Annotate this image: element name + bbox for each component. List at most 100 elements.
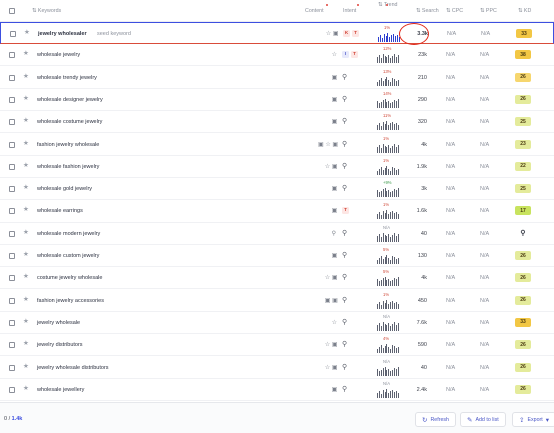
star-icon[interactable]: ★ (23, 95, 29, 103)
intent-column-header[interactable]: Intent (343, 8, 356, 14)
search-icon[interactable]: ⚲ (342, 297, 347, 304)
search-icon[interactable]: ⚲ (342, 386, 347, 393)
star-icon[interactable]: ★ (23, 274, 29, 281)
keyword-text[interactable]: wholesale modern jewelry (37, 231, 100, 237)
trend-bar (392, 389, 394, 398)
search-icon[interactable]: ⚲ (342, 163, 347, 170)
table-row[interactable]: ★ jewelry wholesale distributors ☆ ▣ ⚲ N/A 40… (0, 356, 554, 379)
row-checkbox[interactable] (9, 297, 15, 304)
keyword-text[interactable]: jewelry wholesale distributors (37, 365, 109, 371)
row-checkbox[interactable] (9, 386, 15, 393)
table-row[interactable]: ★ jewelry wholesale ☆ ⚲ N/A 7.6k N/A N/A 33 (0, 311, 554, 335)
star-icon[interactable]: ★ (23, 363, 29, 371)
star-icon[interactable]: ★ (23, 118, 29, 125)
search-icon[interactable]: ⚲ (342, 364, 347, 371)
star-icon[interactable]: ★ (23, 73, 29, 81)
select-all-checkbox[interactable] (9, 8, 15, 14)
refresh-button[interactable]: ↻ Refresh (415, 412, 456, 427)
kd-badge[interactable]: ⚲ (515, 228, 531, 238)
star-icon[interactable]: ★ (23, 341, 29, 348)
add-to-list-button[interactable]: ✎ Add to list (460, 412, 506, 427)
star-icon[interactable]: ★ (24, 29, 30, 37)
trend-column-header[interactable]: ⇅ Trend (378, 2, 402, 20)
search-icon[interactable]: ⚲ (342, 185, 347, 192)
keyword-text[interactable]: wholesale custom jewelry (37, 253, 99, 259)
cpc-value: N/A (446, 163, 456, 170)
keyword-column-header[interactable]: ⇅ Keywords (32, 8, 61, 14)
keyword-text[interactable]: wholesale costume jewelry (37, 119, 102, 125)
star-icon[interactable]: ★ (23, 251, 29, 259)
keyword-text[interactable]: wholesale designer jewelry (37, 97, 103, 103)
table-row[interactable]: ★ wholesale modern jewelry ⚲ ⚲ N/A 40 N/A N/A ⚲ (0, 222, 554, 245)
table-row[interactable]: ★ jewelry wholesaler seed keyword ☆ ▣ K T 1% 3.… (0, 22, 554, 44)
row-checkbox[interactable] (9, 186, 15, 193)
table-row[interactable]: ★ wholesale jewelry ☆ I T 12% 23k N/A N/A 38 (0, 44, 554, 67)
table-row[interactable]: ★ wholesale costume jewelry ▣ ⚲ 11% 320 N/A N/A… (0, 111, 554, 134)
row-checkbox[interactable] (9, 253, 15, 259)
row-checkbox[interactable] (9, 342, 15, 349)
row-checkbox[interactable] (9, 230, 15, 237)
star-icon[interactable]: ★ (23, 51, 29, 58)
table-row[interactable]: ★ wholesale earrings ▣ T 1% 1.6k N/A N/A 17 (0, 200, 554, 223)
star-icon[interactable]: ★ (23, 162, 29, 170)
keyword-text[interactable]: fashion jewelry wholesale (37, 142, 99, 148)
trend-bar (392, 122, 394, 131)
row-checkbox[interactable] (9, 208, 15, 215)
keyword-text[interactable]: jewelry wholesale (37, 320, 80, 326)
keyword-text[interactable]: jewelry distributors (37, 342, 83, 348)
table-row[interactable]: ★ fashion jewelry accessories ▣ ▣ ⚲ 1% 450 N/A… (0, 289, 554, 312)
star-icon[interactable]: ★ (23, 185, 29, 192)
search-icon[interactable]: ⚲ (342, 341, 347, 348)
keyword-text[interactable]: wholesale jewellery (37, 387, 84, 393)
keyword-text[interactable]: wholesale gold jewelry (37, 186, 92, 192)
row-checkbox[interactable] (9, 74, 15, 81)
row-checkbox[interactable] (9, 163, 15, 170)
search-icon[interactable]: ⚲ (342, 319, 347, 326)
search-icon[interactable]: ⚲ (342, 274, 347, 281)
kd-column-header[interactable]: ⇅ KD (518, 8, 531, 14)
keyword-text[interactable]: jewelry wholesaler (38, 31, 87, 37)
keyword-text[interactable]: wholesale jewelry (37, 52, 80, 58)
row-checkbox[interactable] (9, 364, 15, 371)
star-icon[interactable]: ★ (23, 385, 29, 393)
keyword-text[interactable]: fashion jewelry accessories (37, 298, 104, 304)
search-icon[interactable]: ⚲ (342, 74, 347, 81)
row-checkbox[interactable] (9, 319, 15, 326)
search-icon[interactable]: ⚲ (342, 141, 347, 148)
row-checkbox[interactable] (9, 141, 15, 148)
cpc-value: N/A (446, 74, 456, 81)
search-icon[interactable]: ⚲ (342, 118, 347, 125)
star-icon[interactable]: ★ (23, 140, 29, 148)
row-checkbox[interactable] (9, 96, 15, 103)
search-volume: 290 (417, 96, 427, 103)
table-row[interactable]: ★ wholesale gold jewelry ▣ ⚲ +9% 3k N/A N/A 25 (0, 178, 554, 201)
keyword-text[interactable]: wholesale earrings (37, 208, 83, 214)
table-row[interactable]: ★ costume jewelry wholesale ☆ ▣ ⚲ 5% 4k N/A N/A… (0, 267, 554, 290)
star-icon[interactable]: ★ (23, 207, 29, 214)
row-checkbox[interactable] (9, 119, 15, 126)
table-row[interactable]: ★ wholesale trendy jewelry ▣ ⚲ 13% 210 N/A N/A 2… (0, 66, 554, 89)
ppc-column-header[interactable]: ⇅ PPC (480, 8, 497, 14)
row-checkbox[interactable] (9, 275, 15, 282)
row-checkbox[interactable] (10, 31, 16, 37)
search-column-header[interactable]: ⇅ Search (416, 8, 439, 14)
star-icon[interactable]: ★ (23, 229, 29, 237)
search-icon[interactable]: ⚲ (342, 252, 347, 259)
star-icon[interactable]: ★ (23, 318, 29, 326)
star-icon[interactable]: ★ (23, 296, 29, 304)
keyword-text[interactable]: wholesale trendy jewelry (37, 75, 97, 81)
table-row[interactable]: ★ wholesale designer jewelry ▣ ⚲ 14% 290 N/A N/… (0, 88, 554, 112)
content-column-header[interactable]: Content (305, 8, 324, 14)
table-row[interactable]: ★ wholesale custom jewelry ▣ ⚲ 5% 130 N/A N/A 26 (0, 245, 554, 268)
cpc-column-header[interactable]: ⇅ CPC (446, 8, 463, 14)
keyword-text[interactable]: costume jewelry wholesale (37, 275, 102, 281)
table-row[interactable]: ★ wholesale jewellery ▣ ⚲ N/A 2.4k N/A N/A 26 (0, 378, 554, 401)
row-checkbox[interactable] (9, 52, 15, 59)
export-button[interactable]: ⇪ Export ▾ (512, 412, 554, 427)
keyword-text[interactable]: wholesale fashion jewelry (37, 164, 99, 170)
table-row[interactable]: ★ fashion jewelry wholesale ▣ ☆ ▣ ⚲ 1% 4k N/A N… (0, 133, 554, 156)
table-row[interactable]: ★ jewelry distributors ☆ ▣ ⚲ 4% 590 N/A N/A 26 (0, 334, 554, 357)
table-row[interactable]: ★ wholesale fashion jewelry ☆ ▣ ⚲ 1% 1.9k N/A N… (0, 155, 554, 178)
search-icon[interactable]: ⚲ (342, 230, 347, 237)
search-icon[interactable]: ⚲ (342, 96, 347, 103)
